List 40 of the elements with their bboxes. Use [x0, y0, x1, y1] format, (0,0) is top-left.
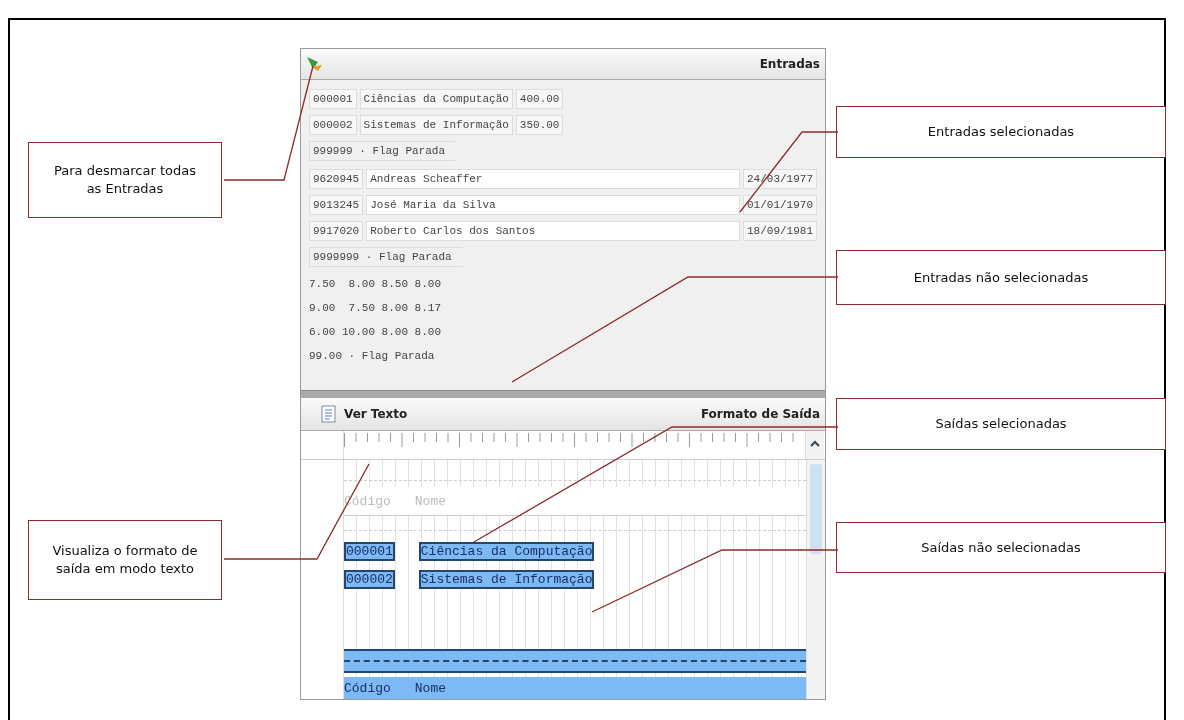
- callout-text: Entradas não selecionadas: [913, 268, 1089, 287]
- input-cell: 350.00: [515, 115, 564, 135]
- end-marker-text: 99.00 · Flag Parada: [309, 349, 435, 364]
- output-field[interactable]: 000002: [344, 569, 395, 589]
- input-cell: 000002: [309, 115, 357, 135]
- output-field[interactable]: 000001: [344, 541, 395, 561]
- scroll-up-icon[interactable]: [809, 439, 821, 449]
- input-cell: Roberto Carlos dos Santos: [366, 221, 740, 241]
- panel-title: Formato de Saída: [700, 407, 820, 421]
- arrow-icon[interactable]: [306, 56, 324, 72]
- output-field[interactable]: Ciências da Computação: [418, 541, 595, 561]
- output-field[interactable]: Código: [344, 680, 391, 696]
- scrollbar-thumb[interactable]: [810, 464, 822, 554]
- number-row-text: 6.00 10.00 8.00 8.00: [309, 325, 442, 340]
- end-marker-field: 999999 · Flag Parada: [309, 141, 457, 161]
- output-band[interactable]: Código Nome: [344, 677, 806, 699]
- output-field[interactable]: Sistemas de Informação: [418, 569, 595, 589]
- input-cell: 9917020: [309, 221, 364, 241]
- input-cell: 9620945: [309, 169, 364, 189]
- input-cell: Ciências da Computação: [359, 89, 513, 109]
- callout-text: Para desmarcar todas as Entradas: [53, 162, 197, 198]
- input-cell: 18/09/1981: [743, 221, 817, 241]
- number-row-text: 9.00 7.50 8.00 8.17: [309, 301, 442, 316]
- input-cell: José Maria da Silva: [366, 195, 740, 215]
- panel-title: Entradas: [759, 57, 820, 71]
- number-row-text: 7.50 8.00 8.50 8.00: [309, 277, 442, 292]
- input-cell: 000001: [309, 89, 357, 109]
- callout-text: Visualiza o formato de saída em modo texto: [51, 542, 199, 578]
- callout-text: Saídas não selecionadas: [921, 538, 1081, 557]
- document-icon: [320, 405, 338, 423]
- output-field[interactable]: Nome: [414, 680, 447, 696]
- input-cell: 9013245: [309, 195, 364, 215]
- input-cell: 400.00: [515, 89, 564, 109]
- end-marker-field: 9999999 · Flag Parada: [309, 247, 463, 267]
- view-text-button[interactable]: Ver Texto: [306, 405, 408, 423]
- input-cell: Andreas Scheaffer: [366, 169, 740, 189]
- input-cell: 01/01/1970: [743, 195, 817, 215]
- input-cell: Sistemas de Informação: [359, 115, 513, 135]
- callout-text: Entradas selecionadas: [927, 123, 1075, 141]
- callout-text: Saídas selecionadas: [935, 415, 1067, 433]
